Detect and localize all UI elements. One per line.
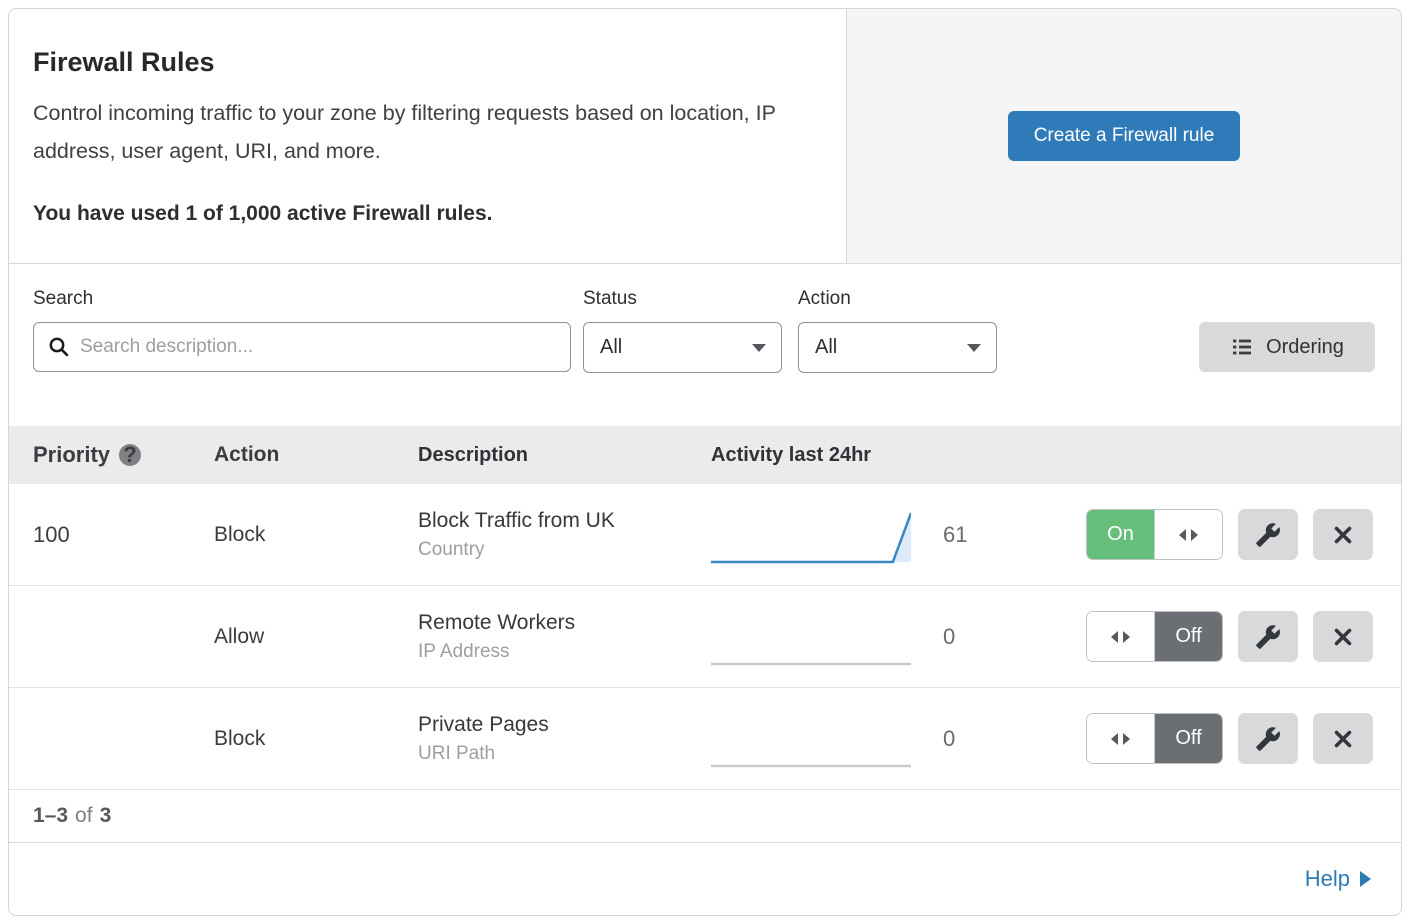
action-value: Block	[214, 523, 265, 547]
description-cell: Private Pages URI Path	[418, 688, 711, 789]
toggle-knob-icon	[1154, 510, 1222, 559]
action-label: Action	[798, 288, 851, 310]
priority-help-icon[interactable]: ?	[119, 444, 141, 466]
action-column-label: Action	[214, 443, 279, 467]
activity-cell: 0	[711, 688, 1069, 789]
search-label: Search	[33, 288, 93, 310]
enable-toggle[interactable]: Off	[1086, 713, 1223, 764]
wrench-icon	[1255, 624, 1281, 650]
priority-value: 100	[33, 522, 70, 548]
edit-rule-button[interactable]	[1238, 713, 1298, 764]
help-arrow-icon	[1360, 871, 1371, 887]
rule-description: Block Traffic from UK	[418, 509, 615, 533]
close-icon	[1331, 625, 1355, 649]
header-text-panel: Firewall Rules Control incoming traffic …	[9, 9, 847, 263]
action-selected-value: All	[815, 336, 837, 359]
help-link-label: Help	[1305, 866, 1350, 892]
toggle-knob-icon	[1087, 612, 1155, 661]
toggle-state-label: On	[1087, 510, 1154, 559]
controls-cell: Off	[1069, 688, 1401, 789]
activity-sparkline	[711, 607, 911, 667]
description-column-label: Description	[418, 444, 528, 467]
action-cell: Allow	[214, 586, 418, 687]
pagination-of: of	[75, 804, 93, 828]
ordering-button[interactable]: Ordering	[1199, 322, 1375, 372]
rule-description: Private Pages	[418, 713, 549, 737]
activity-count: 61	[943, 522, 967, 548]
column-action: Action	[214, 443, 418, 467]
status-select[interactable]: All	[583, 322, 782, 373]
delete-rule-button[interactable]	[1313, 611, 1373, 662]
priority-cell: 100	[33, 484, 214, 585]
header-action-panel: Create a Firewall rule	[847, 9, 1401, 263]
close-icon	[1331, 523, 1355, 547]
controls-cell: On	[1069, 484, 1401, 585]
help-bar: Help	[9, 843, 1401, 915]
pagination-range: 1–3	[33, 804, 68, 828]
ordering-list-icon	[1230, 335, 1254, 359]
priority-cell	[33, 586, 214, 687]
page-header: Firewall Rules Control incoming traffic …	[9, 9, 1401, 264]
page-description: Control incoming traffic to your zone by…	[33, 94, 806, 170]
chevron-down-icon	[752, 344, 766, 352]
description-cell: Block Traffic from UK Country	[418, 484, 711, 585]
wrench-icon	[1255, 522, 1281, 548]
wrench-icon	[1255, 726, 1281, 752]
search-box	[33, 322, 571, 372]
column-description: Description	[418, 444, 711, 467]
action-value: Block	[214, 727, 265, 751]
pagination-bar: 1–3 of 3	[9, 790, 1401, 843]
description-cell: Remote Workers IP Address	[418, 586, 711, 687]
rule-match-type: URI Path	[418, 743, 495, 765]
table-header: Priority ? Action Description Activity l…	[9, 426, 1401, 484]
close-icon	[1331, 727, 1355, 751]
column-priority: Priority ?	[33, 442, 214, 468]
priority-cell	[33, 688, 214, 789]
toggle-state-label: Off	[1155, 612, 1222, 661]
search-icon	[48, 336, 70, 358]
help-link[interactable]: Help	[1305, 866, 1371, 892]
activity-count: 0	[943, 726, 955, 752]
activity-column-label: Activity last 24hr	[711, 444, 871, 467]
status-selected-value: All	[600, 336, 622, 359]
priority-column-label: Priority	[33, 442, 110, 468]
table-row: Allow Remote Workers IP Address 0 Off	[9, 586, 1401, 688]
activity-cell: 0	[711, 586, 1069, 687]
controls-cell: Off	[1069, 586, 1401, 687]
edit-rule-button[interactable]	[1238, 611, 1298, 662]
action-value: Allow	[214, 625, 264, 649]
delete-rule-button[interactable]	[1313, 713, 1373, 764]
action-select[interactable]: All	[798, 322, 997, 373]
pagination-total: 3	[100, 804, 112, 828]
activity-cell: 61	[711, 484, 1069, 585]
ordering-button-label: Ordering	[1266, 336, 1344, 359]
rule-match-type: Country	[418, 539, 485, 561]
edit-rule-button[interactable]	[1238, 509, 1298, 560]
page-title: Firewall Rules	[33, 47, 806, 78]
toggle-knob-icon	[1087, 714, 1155, 763]
action-cell: Block	[214, 688, 418, 789]
toggle-state-label: Off	[1155, 714, 1222, 763]
rule-match-type: IP Address	[418, 641, 510, 663]
column-activity: Activity last 24hr	[711, 444, 1069, 467]
enable-toggle[interactable]: Off	[1086, 611, 1223, 662]
activity-sparkline	[711, 709, 911, 769]
enable-toggle[interactable]: On	[1086, 509, 1223, 560]
search-input[interactable]	[80, 336, 556, 358]
rule-description: Remote Workers	[418, 611, 575, 635]
status-label: Status	[583, 288, 637, 310]
action-cell: Block	[214, 484, 418, 585]
activity-count: 0	[943, 624, 955, 650]
activity-sparkline	[711, 505, 911, 565]
firewall-rules-card: Firewall Rules Control incoming traffic …	[8, 8, 1402, 916]
filter-bar: Search Status All Action All Ordering	[9, 264, 1401, 426]
usage-summary: You have used 1 of 1,000 active Firewall…	[33, 202, 806, 226]
table-body: 100 Block Block Traffic from UK Country …	[9, 484, 1401, 790]
table-row: Block Private Pages URI Path 0 Off	[9, 688, 1401, 790]
delete-rule-button[interactable]	[1313, 509, 1373, 560]
table-row: 100 Block Block Traffic from UK Country …	[9, 484, 1401, 586]
create-firewall-rule-button[interactable]: Create a Firewall rule	[1008, 111, 1241, 161]
chevron-down-icon	[967, 344, 981, 352]
